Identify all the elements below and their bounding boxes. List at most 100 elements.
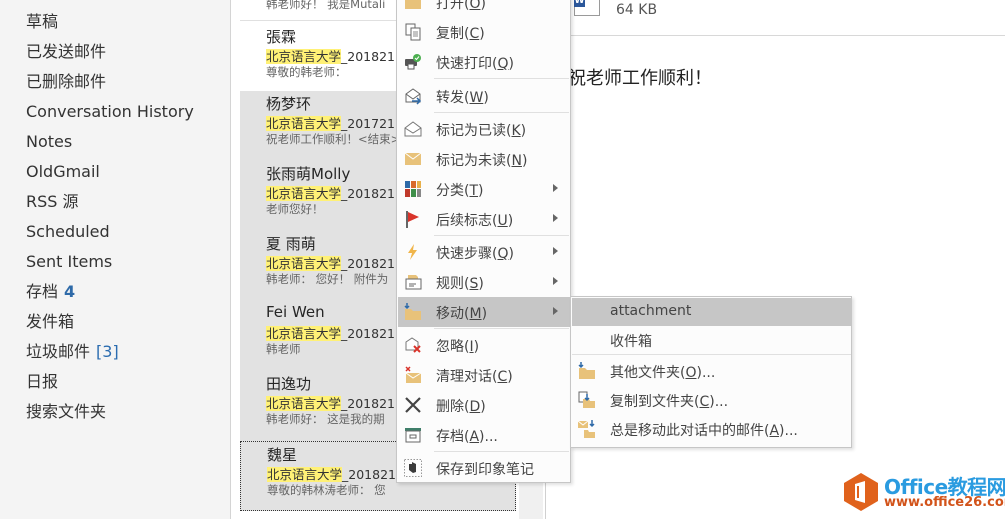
menu-item-label: 移动(M) (436, 306, 488, 322)
message-subject: 北京语言大学_20182119 (266, 253, 411, 272)
label-text: 规则 (436, 276, 464, 292)
menu-item-quick-print[interactable]: 快速打印(Q) (398, 47, 570, 77)
message-preview: 老师您好！ (266, 202, 324, 216)
menu-item-quick-steps[interactable]: 快速步骤(Q) (398, 237, 570, 267)
folder-label: 搜索文件夹 (26, 402, 107, 421)
menu-item-ignore[interactable]: 忽略(I) (398, 330, 570, 360)
menu-item-label: 标记为未读(N) (436, 153, 528, 169)
label-text: 其他文件夹 (610, 365, 680, 381)
message-preview: 尊敬的韩林涛老师： 您 (267, 483, 386, 497)
ellipsis: ... (714, 394, 729, 410)
unread-count: 4 (64, 282, 76, 301)
submenu-item-attachment[interactable]: attachment (572, 298, 851, 326)
copy-to-folder-icon (578, 391, 595, 408)
folder-scheduled[interactable]: Scheduled (26, 220, 110, 244)
submenu-arrow-icon (553, 247, 558, 255)
menu-item-archive[interactable]: 存档(A)... (398, 420, 570, 450)
menu-item-mark-unread[interactable]: 标记为未读(N) (398, 144, 570, 174)
message-sender: 魏星 (267, 446, 298, 464)
message-sender: 杨梦环 (266, 95, 312, 113)
label-text: 忽略 (436, 339, 464, 355)
menu-item-rules[interactable]: 规则(S) (398, 267, 570, 297)
folder-oldgmail[interactable]: OldGmail (26, 160, 100, 184)
clean-up-icon (405, 366, 422, 383)
submenu-item-label: 其他文件夹(O)... (610, 365, 716, 381)
categorize-icon (405, 181, 421, 197)
label-text: 分类 (436, 183, 464, 199)
ellipsis: ... (484, 429, 498, 445)
folder-label: 垃圾邮件 (26, 342, 91, 361)
submenu-item-other-folder[interactable]: 其他文件夹(O)... (572, 357, 851, 385)
folder-sent-items[interactable]: Sent Items (26, 250, 112, 274)
word-doc-icon[interactable]: W (574, 0, 600, 16)
search-highlight: 北京语言大学 (267, 467, 343, 482)
watermark-logo: Office教程网 www.office26.com (840, 468, 1005, 516)
folder-rss[interactable]: RSS 源 (26, 190, 79, 214)
menu-item-copy[interactable]: 复制(C) (398, 17, 570, 47)
search-highlight: 北京语言大学 (266, 396, 342, 411)
menu-item-label: 打开(O) (436, 0, 486, 13)
access-key: D (469, 399, 481, 415)
office-logo-icon (844, 473, 878, 511)
folder-deleted[interactable]: 已删除邮件 (26, 70, 106, 94)
access-key: Q (497, 246, 509, 262)
folder-daily-report[interactable]: 日报 (26, 370, 58, 394)
forward-icon (405, 88, 422, 105)
menu-item-forward[interactable]: 转发(W) (398, 81, 570, 111)
other-folder-icon (578, 362, 595, 379)
message-subject: 北京语言大学_20172119 (266, 113, 411, 132)
submenu-item-label: 复制到文件夹(C)... (610, 394, 729, 410)
menu-item-mark-read[interactable]: 标记为已读(K) (398, 114, 570, 144)
label-text: 总是移动此对话中的邮件 (610, 423, 764, 439)
submenu-arrow-icon (553, 184, 558, 192)
menu-item-categorize[interactable]: 分类(T) (398, 174, 570, 204)
mark-unread-icon (404, 152, 422, 165)
access-key: T (469, 183, 479, 199)
label-text: 清理对话 (436, 369, 492, 385)
message-sender: 張霖 (266, 28, 297, 46)
access-key: U (497, 213, 508, 229)
message-subject: 北京语言大学_20182119 (266, 393, 411, 412)
menu-item-save-to-evernote[interactable]: 保存到印象笔记 (398, 453, 570, 483)
flag-icon (406, 211, 419, 228)
move-submenu: attachment 收件箱 其他文件夹(O)... 复制到文件夹(C)... … (570, 296, 852, 448)
folder-drafts[interactable]: 草稿 (26, 10, 58, 34)
menu-item-label: 删除(D) (436, 399, 486, 415)
folder-label: 草稿 (26, 12, 59, 31)
folder-junk[interactable]: 垃圾邮件 [3] (26, 340, 119, 364)
submenu-item-label: 总是移动此对话中的邮件(A)... (610, 423, 798, 439)
folder-notes[interactable]: Notes (26, 130, 72, 154)
menu-item-label: 存档(A)... (436, 429, 498, 445)
ellipsis: ... (701, 365, 716, 381)
folder-label: Notes (26, 132, 73, 151)
menu-item-follow-up[interactable]: 后续标志(U) (398, 204, 570, 234)
folder-archive[interactable]: 存档 4 (26, 280, 75, 304)
menu-item-delete[interactable]: 删除(D) (398, 390, 570, 420)
submenu-item-always-move[interactable]: 总是移动此对话中的邮件(A)... (572, 415, 851, 443)
folder-outbox[interactable]: 发件箱 (26, 310, 74, 334)
submenu-item-label: attachment (610, 303, 692, 319)
rules-icon (405, 275, 422, 290)
submenu-item-inbox[interactable]: 收件箱 (572, 326, 851, 354)
delete-icon (405, 397, 421, 413)
item-count: [3] (96, 342, 119, 361)
folder-search-folders[interactable]: 搜索文件夹 (26, 400, 106, 424)
search-highlight: 北京语言大学 (266, 326, 342, 341)
menu-item-label: 快速打印(Q) (436, 56, 514, 72)
message-preview: 韩老师 (266, 342, 301, 356)
menu-item-open[interactable]: 打开(O) (398, 0, 570, 17)
message-subject: 北京语言大学_20182119 (266, 323, 411, 342)
access-key: K (511, 123, 521, 139)
menu-separator (434, 235, 569, 236)
folder-conversation-history[interactable]: Conversation History (26, 100, 194, 124)
menu-item-label: 清理对话(C) (436, 369, 513, 385)
access-key: C (497, 369, 508, 385)
access-key: I (469, 339, 474, 355)
menu-item-move[interactable]: 移动(M) (398, 297, 570, 327)
menu-item-clean-up[interactable]: 清理对话(C) (398, 360, 570, 390)
folder-label: Scheduled (26, 222, 110, 241)
folder-sent-mail[interactable]: 已发送邮件 (26, 40, 106, 64)
submenu-item-copy-to-folder[interactable]: 复制到文件夹(C)... (572, 386, 851, 414)
menu-separator (434, 451, 569, 452)
message-preview: 韩老师好： 这是我的期 (266, 412, 385, 426)
